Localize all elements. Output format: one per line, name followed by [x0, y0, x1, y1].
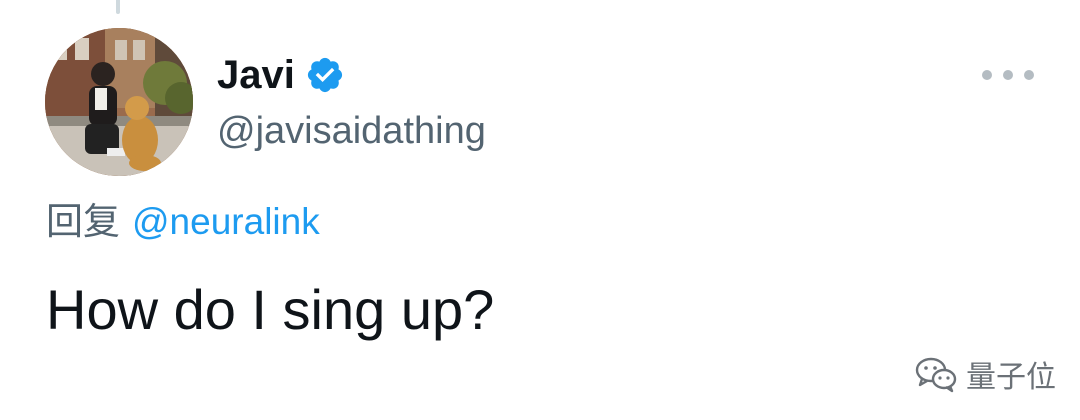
thread-connector-line — [116, 0, 120, 14]
wechat-icon — [914, 354, 958, 394]
watermark: 量子位 — [914, 352, 1056, 396]
more-horizontal-icon[interactable] — [982, 62, 1034, 88]
avatar-photo — [45, 28, 193, 176]
reply-prefix-label: 回复 — [46, 201, 120, 242]
tweet-text: How do I sing up? — [46, 278, 495, 341]
tweet-card: Javi @javisaidathing 回复 @neuralink How d… — [0, 0, 1080, 420]
more-dot — [982, 70, 992, 80]
watermark-text: 量子位 — [966, 361, 1056, 394]
more-dot — [1024, 70, 1034, 80]
avatar[interactable] — [45, 28, 193, 176]
reply-context: 回复 @neuralink — [46, 198, 320, 246]
author-display-name[interactable]: Javi — [217, 52, 295, 98]
reply-mention-link[interactable]: @neuralink — [132, 198, 320, 246]
author-handle[interactable]: @javisaidathing — [217, 108, 486, 154]
verified-badge-icon — [305, 55, 345, 95]
author-name-row: Javi — [217, 52, 345, 98]
more-dot — [1003, 70, 1013, 80]
